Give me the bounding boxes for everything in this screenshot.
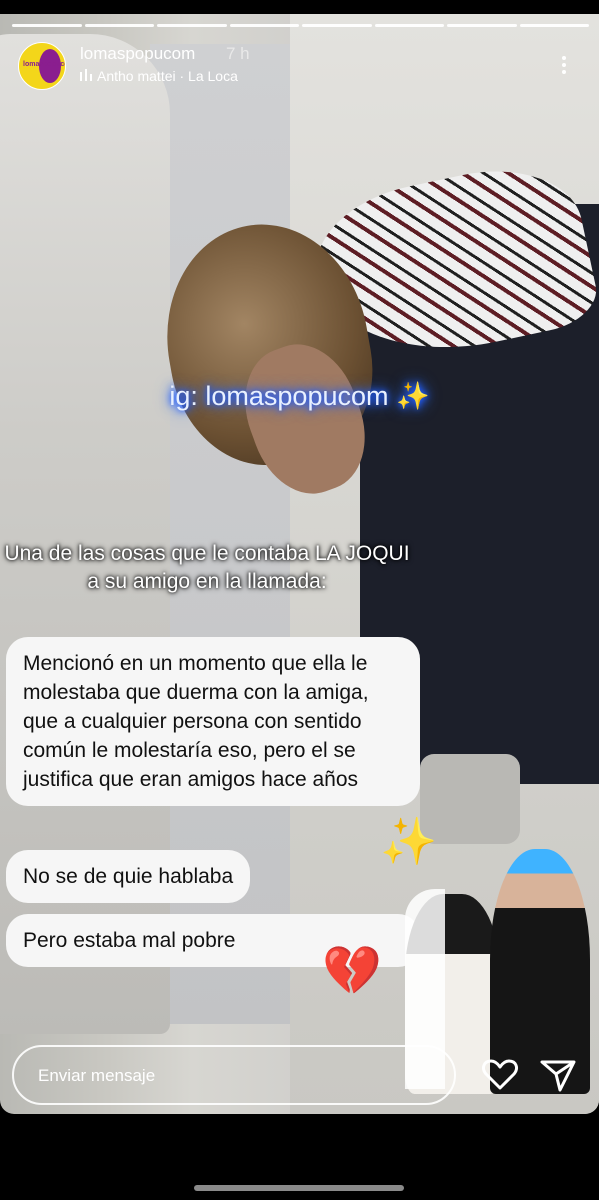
progress-segment (519, 24, 589, 27)
reply-field[interactable] (12, 1045, 456, 1105)
progress-segment (229, 24, 299, 27)
music-label[interactable]: Antho mattei · La Loca (80, 68, 238, 84)
send-icon[interactable] (536, 1052, 580, 1096)
more-options-icon[interactable] (554, 42, 574, 88)
story-progress-bar (12, 24, 589, 27)
avatar-text: lomaspopucom (23, 61, 65, 68)
like-heart-icon[interactable] (478, 1052, 522, 1096)
avatar[interactable]: lomaspopucom (18, 42, 66, 90)
story-header: lomaspopucom lomaspopucom 7 h Antho matt… (18, 42, 588, 90)
story-media[interactable]: ig: lomaspopucom ✨ Una de las cosas que … (0, 14, 599, 1114)
music-track: Antho mattei · La Loca (97, 68, 238, 84)
home-indicator[interactable] (194, 1185, 404, 1191)
progress-segment (12, 24, 82, 27)
time-ago: 7 h (226, 44, 250, 63)
username[interactable]: lomaspopucom (80, 44, 195, 64)
progress-segment (84, 24, 154, 27)
progress-segment (447, 24, 517, 27)
ig-handle-sticker: ig: lomaspopucom ✨ (169, 381, 430, 411)
message-bubble: Mencionó en un momento que ella le moles… (6, 637, 420, 806)
progress-segment (374, 24, 444, 27)
progress-segment (157, 24, 227, 27)
message-input[interactable] (36, 1061, 420, 1091)
music-bars-icon (80, 68, 94, 84)
message-bubble: No se de quie hablaba (6, 850, 251, 903)
progress-segment (302, 24, 372, 27)
story-caption: Una de las cosas que le contaba LA JOQUI… (4, 542, 410, 593)
broken-heart-sticker: 💔 (322, 945, 382, 998)
